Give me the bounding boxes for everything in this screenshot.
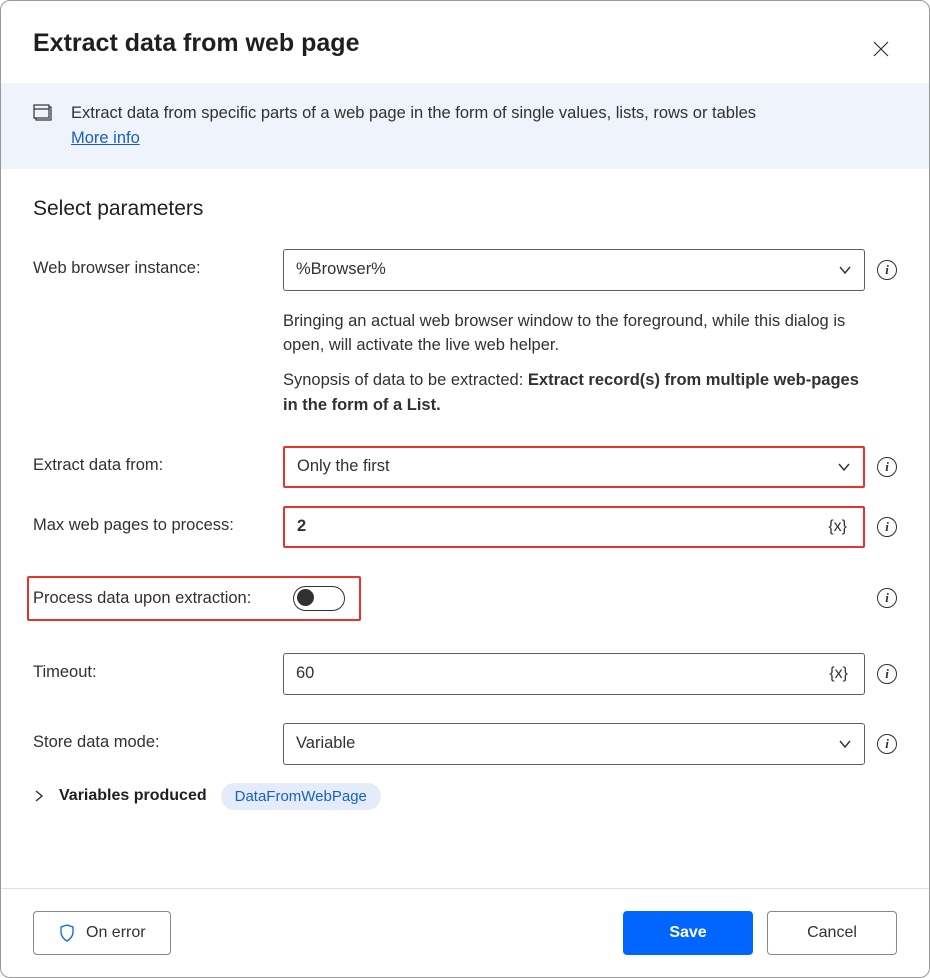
label-extract-from: Extract data from: xyxy=(33,446,283,475)
label-timeout: Timeout: xyxy=(33,653,283,682)
variable-token-icon[interactable]: {x} xyxy=(828,518,851,536)
synopsis-prefix: Synopsis of data to be extracted: xyxy=(283,371,528,389)
select-extract-from[interactable]: Only the first xyxy=(283,446,865,488)
input-max-pages[interactable]: 2 {x} xyxy=(283,506,865,548)
variables-produced-row[interactable]: Variables produced DataFromWebPage xyxy=(33,783,897,810)
label-store-mode: Store data mode: xyxy=(33,723,283,752)
input-timeout-value: 60 xyxy=(296,664,314,683)
label-browser-instance: Web browser instance: xyxy=(33,249,283,278)
banner-description: Extract data from specific parts of a we… xyxy=(71,104,756,122)
section-title: Select parameters xyxy=(33,197,897,221)
more-info-link[interactable]: More info xyxy=(71,129,140,147)
browser-description-2: Synopsis of data to be extracted: Extrac… xyxy=(283,368,865,418)
row-max-pages: Max web pages to process: 2 {x} i xyxy=(33,506,897,548)
toggle-knob xyxy=(297,589,314,606)
input-max-pages-value: 2 xyxy=(297,517,306,536)
close-button[interactable] xyxy=(865,33,897,65)
info-icon-process-data[interactable]: i xyxy=(877,588,897,608)
on-error-button[interactable]: On error xyxy=(33,911,171,955)
info-icon-timeout[interactable]: i xyxy=(877,664,897,684)
process-data-highlight: Process data upon extraction: xyxy=(27,576,361,621)
input-timeout[interactable]: 60 {x} xyxy=(283,653,865,695)
info-icon-store-mode[interactable]: i xyxy=(877,734,897,754)
cancel-label: Cancel xyxy=(807,924,857,942)
save-label: Save xyxy=(669,924,706,942)
select-browser-instance[interactable]: %Browser% xyxy=(283,249,865,291)
dialog-content: Select parameters Web browser instance: … xyxy=(1,169,929,889)
chevron-down-icon xyxy=(838,263,852,277)
label-max-pages: Max web pages to process: xyxy=(33,506,283,535)
row-store-mode: Store data mode: Variable i xyxy=(33,723,897,765)
row-extract-from: Extract data from: Only the first i xyxy=(33,446,897,488)
extract-data-dialog: Extract data from web page Extract data … xyxy=(0,0,930,978)
chevron-down-icon xyxy=(838,737,852,751)
browser-description-1: Bringing an actual web browser window to… xyxy=(283,309,865,359)
select-browser-value: %Browser% xyxy=(296,260,386,279)
footer-actions: Save Cancel xyxy=(623,911,897,955)
chevron-right-icon xyxy=(33,790,45,802)
info-icon-extract-from[interactable]: i xyxy=(877,457,897,477)
cancel-button[interactable]: Cancel xyxy=(767,911,897,955)
banner-text-wrap: Extract data from specific parts of a we… xyxy=(71,101,756,151)
row-browser-instance: Web browser instance: %Browser% i xyxy=(33,249,897,291)
variable-token-icon[interactable]: {x} xyxy=(829,665,852,683)
chevron-down-icon xyxy=(837,460,851,474)
variables-produced-label: Variables produced xyxy=(59,787,207,805)
row-process-data: Process data upon extraction: i xyxy=(33,576,897,621)
select-store-mode[interactable]: Variable xyxy=(283,723,865,765)
close-icon xyxy=(873,41,889,57)
shield-icon xyxy=(58,924,76,942)
info-icon-max-pages[interactable]: i xyxy=(877,517,897,537)
info-icon-browser[interactable]: i xyxy=(877,260,897,280)
row-timeout: Timeout: 60 {x} i xyxy=(33,653,897,695)
dialog-header: Extract data from web page xyxy=(1,1,929,83)
label-process-data: Process data upon extraction: xyxy=(33,589,293,608)
select-extract-from-value: Only the first xyxy=(297,457,390,476)
dialog-title: Extract data from web page xyxy=(33,29,359,58)
extract-icon xyxy=(33,103,55,125)
variable-pill[interactable]: DataFromWebPage xyxy=(221,783,381,810)
toggle-process-data[interactable] xyxy=(293,586,345,611)
save-button[interactable]: Save xyxy=(623,911,753,955)
info-banner: Extract data from specific parts of a we… xyxy=(1,83,929,169)
on-error-label: On error xyxy=(86,924,146,942)
dialog-footer: On error Save Cancel xyxy=(1,888,929,977)
select-store-mode-value: Variable xyxy=(296,734,355,753)
